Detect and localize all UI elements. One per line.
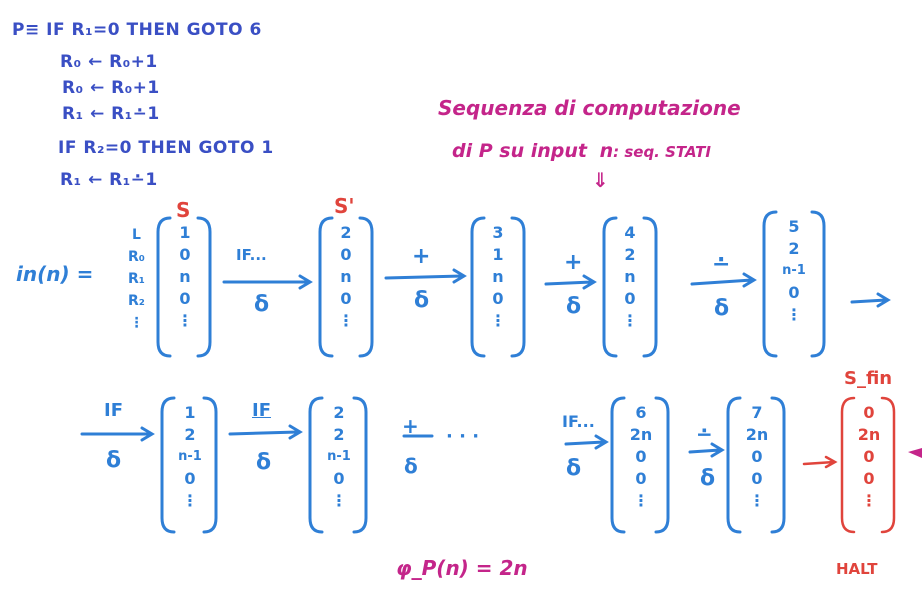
ellipsis: · · · [446, 426, 480, 447]
delta-symbol: δ [256, 450, 272, 475]
bracket-left [470, 216, 486, 358]
bracket-right [358, 216, 374, 358]
transition-op: + [402, 414, 419, 438]
register-labels: L R₀ R₁ R₂ ⋮ [128, 227, 145, 331]
final-state-vector: 0 2n 0 0 ⋮ [857, 403, 881, 510]
state-vector-3: 3 1 n 0 ⋮ [490, 223, 506, 330]
bracket-left [610, 396, 626, 534]
program-line-6: R₁ ← R₁∸1 [60, 170, 158, 190]
state-vector-1: 1 0 n 0 ⋮ [177, 223, 193, 330]
state-vector-5: 5 2 n-1 0 ⋮ [782, 217, 806, 324]
delta-symbol: δ [106, 448, 122, 473]
state-tag-s-prime: S' [334, 194, 355, 218]
transition-op: ∸ [712, 252, 731, 277]
delta-symbol: δ [566, 456, 582, 481]
bracket-right [642, 216, 658, 358]
transition-op: IF [252, 400, 271, 421]
bracket-left [156, 216, 172, 358]
program-line-4: R₁ ← R₁∸1 [62, 104, 160, 124]
program-line-2: R₀ ← R₀+1 [60, 52, 158, 72]
final-bracket-left [840, 396, 856, 534]
bracket-left [318, 216, 334, 358]
caption-n: n [599, 140, 614, 162]
bracket-left [160, 396, 176, 534]
delta-symbol: δ [414, 288, 430, 313]
bracket-left [602, 216, 618, 358]
transition-op: + [412, 244, 431, 269]
transition-arrow [222, 274, 313, 290]
transition-op: IF... [562, 412, 595, 431]
bracket-right [810, 210, 826, 358]
caption-line-1: Sequenza di computazione [438, 96, 741, 120]
caption-suffix: : seq. STATI [613, 143, 711, 161]
state-vector-9: 7 2n 0 0 ⋮ [745, 403, 769, 510]
transition-arrow [564, 434, 609, 450]
state-vector-2: 2 0 n 0 ⋮ [338, 223, 354, 330]
input-label: in(n) = [16, 262, 94, 286]
program-label: P≡ [12, 20, 40, 40]
delta-symbol: δ [700, 466, 716, 491]
bracket-left [308, 396, 324, 534]
bracket-left [726, 396, 742, 534]
final-bracket-right [880, 396, 896, 534]
state-tag-s: S [176, 198, 191, 222]
caption-text: di P su input [452, 140, 587, 162]
whiteboard-canvas: P≡ IF R₁=0 THEN GOTO 6 R₀ ← R₀+1 R₀ ← R₀… [0, 0, 922, 604]
transition-arrow [80, 426, 155, 442]
state-vector-6: 1 2 n-1 0 ⋮ [178, 403, 202, 510]
transition-op: ∸ [696, 422, 713, 446]
delta-symbol: δ [404, 454, 418, 478]
bracket-right [510, 216, 526, 358]
edge-mark [908, 448, 922, 458]
transition-arrow [544, 274, 597, 290]
transition-op: IF... [236, 246, 267, 264]
bracket-left [762, 210, 778, 358]
transition-op: IF [104, 400, 123, 421]
caption-line-2: di P su input n: seq. STATI [452, 140, 711, 162]
final-state-tag: S_fin [844, 368, 893, 389]
bracket-right [654, 396, 670, 534]
delta-symbol: δ [566, 294, 582, 319]
transition-arrow [850, 292, 891, 308]
program-header: P≡ IF R₁=0 THEN GOTO 6 [12, 20, 262, 40]
delta-symbol: δ [714, 296, 730, 321]
bracket-right [352, 396, 368, 534]
state-vector-7: 2 2 n-1 0 ⋮ [327, 403, 351, 510]
caption-arrow: ⇓ [592, 168, 609, 192]
bracket-right [770, 396, 786, 534]
program-line-3: R₀ ← R₀+1 [62, 78, 160, 98]
transition-arrow [384, 268, 467, 284]
transition-op: + [564, 250, 583, 275]
final-arrow [802, 455, 838, 469]
state-vector-8: 6 2n 0 0 ⋮ [629, 403, 653, 510]
halt-label: HALT [836, 560, 878, 578]
state-vector-4: 4 2 n 0 ⋮ [622, 223, 638, 330]
bracket-right [202, 396, 218, 534]
bracket-right [196, 216, 212, 358]
program-line-1: IF R₁=0 THEN GOTO 6 [46, 20, 262, 40]
program-line-5: IF R₂=0 THEN GOTO 1 [58, 138, 274, 158]
delta-symbol: δ [254, 292, 270, 317]
result-formula: φ_P(n) = 2n [396, 556, 528, 580]
transition-arrow [228, 424, 303, 440]
